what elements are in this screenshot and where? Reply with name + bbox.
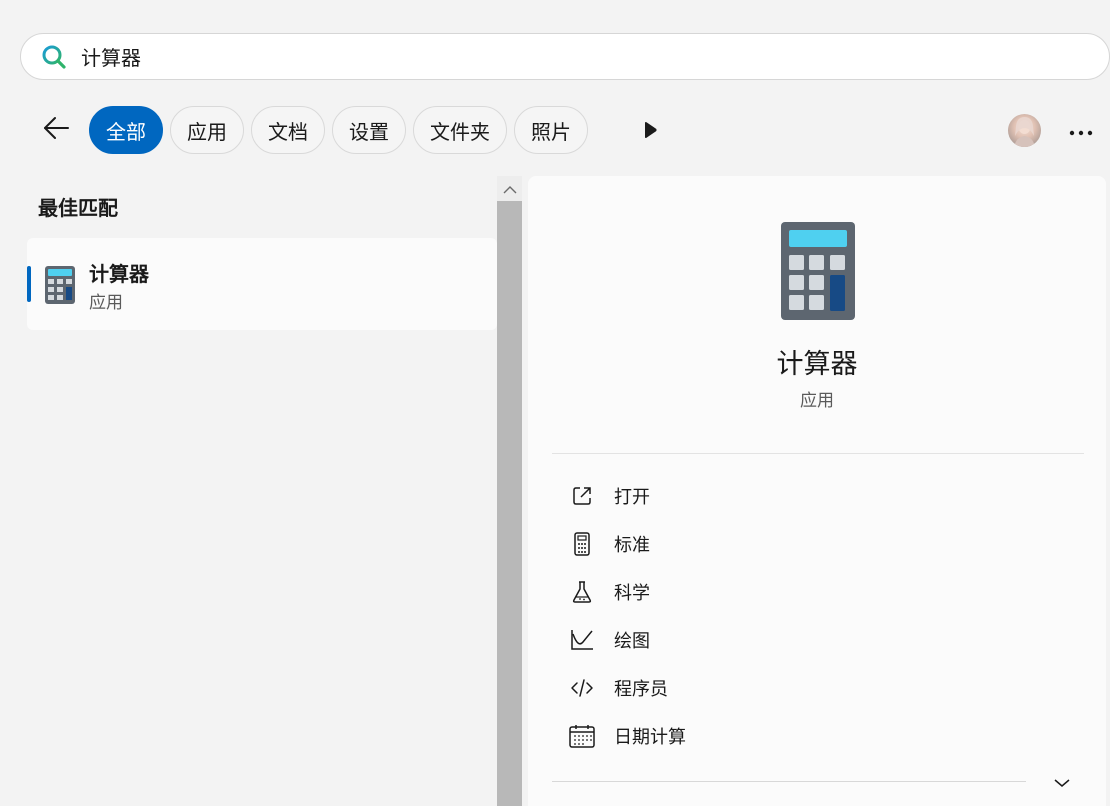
action-label: 绘图 [614, 631, 650, 652]
more-options-button[interactable] [1066, 118, 1096, 142]
graph-icon [569, 627, 595, 653]
play-icon [640, 122, 660, 144]
more-filters-button[interactable] [640, 120, 660, 140]
action-label: 程序员 [614, 679, 668, 700]
avatar[interactable] [1008, 114, 1041, 147]
back-arrow-icon [42, 116, 70, 144]
action-open[interactable]: 打开 [552, 472, 1084, 520]
action-label: 打开 [614, 487, 650, 508]
filter-chip-settings[interactable]: 设置 [332, 106, 406, 154]
details-panel: 计算器 应用 打开 标准 科学 绘图 程序员 日期计算 [528, 176, 1106, 806]
details-title: 计算器 [776, 349, 858, 380]
calculator-icon [781, 222, 855, 320]
scroll-up-button[interactable] [497, 176, 522, 201]
back-button[interactable] [38, 112, 74, 148]
action-scientific[interactable]: 科学 [552, 568, 1084, 616]
filter-chip-documents[interactable]: 文档 [251, 106, 325, 154]
expand-actions-button[interactable] [1050, 772, 1074, 792]
search-bar[interactable] [20, 33, 1110, 80]
result-title: 计算器 [89, 262, 149, 286]
ellipsis-icon [1069, 121, 1093, 140]
code-icon [569, 675, 595, 701]
details-subtitle: 应用 [800, 391, 834, 411]
result-subtitle: 应用 [89, 293, 123, 313]
calculator-outline-icon [569, 531, 595, 557]
action-list: 打开 标准 科学 绘图 程序员 日期计算 [552, 472, 1084, 760]
calculator-icon [45, 266, 75, 304]
chevron-down-icon [1054, 773, 1070, 792]
search-icon [41, 44, 67, 70]
calendar-icon [569, 723, 595, 749]
filter-chip-photos[interactable]: 照片 [514, 106, 588, 154]
action-label: 标准 [614, 535, 650, 556]
divider [552, 781, 1026, 782]
filter-chip-all[interactable]: 全部 [89, 106, 163, 154]
search-input[interactable] [81, 44, 981, 69]
action-label: 科学 [614, 583, 650, 604]
best-match-heading: 最佳匹配 [38, 196, 118, 220]
action-label: 日期计算 [614, 727, 686, 748]
results-scrollbar[interactable] [497, 176, 522, 806]
open-external-icon [569, 483, 595, 509]
action-programmer[interactable]: 程序员 [552, 664, 1084, 712]
action-graphing[interactable]: 绘图 [552, 616, 1084, 664]
action-date-calculation[interactable]: 日期计算 [552, 712, 1084, 760]
flask-icon [569, 579, 595, 605]
filter-chips: 全部 应用 文档 设置 文件夹 照片 [89, 106, 595, 154]
filter-chip-folders[interactable]: 文件夹 [413, 106, 507, 154]
filter-row: 全部 应用 文档 设置 文件夹 照片 [0, 106, 1110, 154]
action-standard[interactable]: 标准 [552, 520, 1084, 568]
selection-indicator [27, 266, 31, 302]
filter-chip-apps[interactable]: 应用 [170, 106, 244, 154]
divider [552, 453, 1084, 454]
best-match-result[interactable]: 计算器 应用 [27, 238, 497, 330]
chevron-up-icon [503, 179, 517, 198]
